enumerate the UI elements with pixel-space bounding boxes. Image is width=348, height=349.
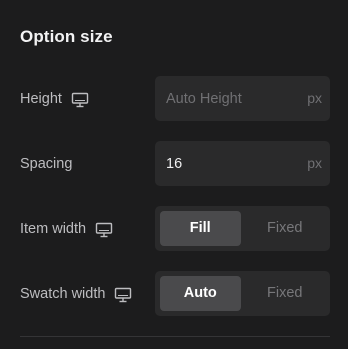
option-size-panel: Option size Height px Spacing px xyxy=(0,0,348,349)
swatch-width-auto-option[interactable]: Auto xyxy=(160,276,241,311)
swatch-width-label: Swatch width xyxy=(20,285,106,302)
spacing-input[interactable] xyxy=(166,141,286,186)
section-title: Option size xyxy=(20,27,113,46)
item-width-fill-option[interactable]: Fill xyxy=(160,211,241,246)
spacing-unit: px xyxy=(307,155,322,171)
swatch-width-label-group: Swatch width xyxy=(20,271,132,316)
item-width-fixed-option[interactable]: Fixed xyxy=(245,211,326,246)
item-width-row: Item width Fill Fixed xyxy=(20,206,330,251)
spacing-label-group: Spacing xyxy=(20,141,81,186)
section-divider xyxy=(20,336,330,337)
spacing-label: Spacing xyxy=(20,155,73,172)
item-width-label-group: Item width xyxy=(20,206,113,251)
swatch-width-row: Swatch width Auto Fixed xyxy=(20,271,330,316)
desktop-icon[interactable] xyxy=(114,287,132,303)
spacing-row: Spacing px xyxy=(20,141,330,186)
swatch-width-segmented-control: Auto Fixed xyxy=(155,271,330,316)
spacing-field: px xyxy=(155,141,330,186)
height-row: Height px xyxy=(20,76,330,121)
height-label-group: Height xyxy=(20,76,89,121)
desktop-icon[interactable] xyxy=(95,222,113,238)
swatch-width-fixed-option[interactable]: Fixed xyxy=(245,276,326,311)
desktop-icon[interactable] xyxy=(71,92,89,108)
height-label: Height xyxy=(20,90,62,107)
height-unit: px xyxy=(307,90,322,106)
item-width-label: Item width xyxy=(20,220,87,237)
item-width-segmented-control: Fill Fixed xyxy=(155,206,330,251)
height-input[interactable] xyxy=(166,76,286,121)
height-field: px xyxy=(155,76,330,121)
